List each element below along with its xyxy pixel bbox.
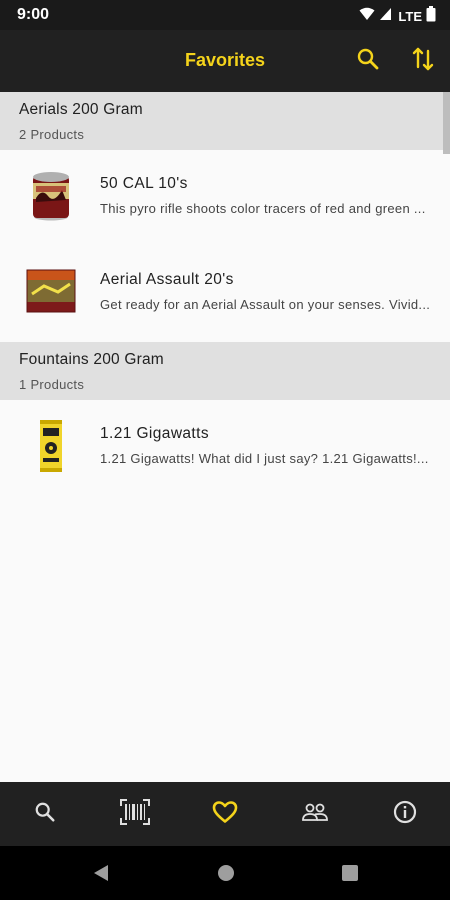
network-type: LTE	[398, 9, 422, 24]
section-title: Aerials 200 Gram	[19, 101, 143, 118]
nav-info[interactable]	[360, 782, 450, 846]
product-description: 1.21 Gigawatts! What did I just say? 1.2…	[100, 451, 429, 466]
status-time: 9:00	[17, 6, 50, 23]
search-icon	[356, 47, 380, 76]
product-image	[22, 264, 80, 320]
heart-icon	[212, 800, 238, 829]
app-bar: Favorites	[0, 30, 450, 92]
nav-search[interactable]	[0, 782, 90, 846]
sort-button[interactable]	[406, 44, 440, 78]
product-image	[22, 168, 80, 224]
nav-groups[interactable]	[270, 782, 360, 846]
product-description: This pyro rifle shoots color tracers of …	[100, 201, 426, 216]
cell-signal-icon	[379, 7, 392, 26]
status-icons: LTE	[359, 6, 436, 27]
product-title: Aerial Assault 20's	[100, 271, 234, 288]
product-title: 50 CAL 10's	[100, 175, 188, 192]
back-icon[interactable]	[92, 863, 110, 888]
list-item[interactable]: 50 CAL 10's This pyro rifle shoots color…	[0, 150, 450, 246]
section-count: 1 Products	[19, 377, 85, 392]
group-icon	[301, 801, 329, 828]
status-bar: 9:00 LTE	[0, 0, 450, 30]
nav-favorites[interactable]	[180, 782, 270, 846]
system-nav-bar	[0, 846, 450, 900]
sort-icon	[411, 46, 435, 77]
list-item[interactable]: Aerial Assault 20's Get ready for an Aer…	[0, 246, 450, 342]
product-title: 1.21 Gigawatts	[100, 425, 209, 442]
list-item[interactable]: 1.21 Gigawatts 1.21 Gigawatts! What did …	[0, 400, 450, 496]
product-description: Get ready for an Aerial Assault on your …	[100, 297, 431, 312]
battery-icon	[426, 6, 436, 27]
scrollbar-thumb[interactable]	[443, 92, 450, 154]
section-title: Fountains 200 Gram	[19, 351, 164, 368]
section-header: Aerials 200 Gram 2 Products	[0, 92, 443, 150]
favorites-list[interactable]: Aerials 200 Gram 2 Products 50 CAL 10's …	[0, 92, 450, 782]
product-image	[22, 418, 80, 474]
section-count: 2 Products	[19, 127, 85, 142]
section-header: Fountains 200 Gram 1 Products	[0, 342, 450, 400]
recents-icon[interactable]	[341, 863, 359, 888]
search-icon	[34, 801, 56, 828]
wifi-icon	[359, 7, 375, 26]
barcode-scan-icon	[120, 798, 150, 830]
info-icon	[393, 800, 417, 829]
nav-scan[interactable]	[90, 782, 180, 846]
home-icon[interactable]	[217, 863, 235, 888]
bottom-nav	[0, 782, 450, 846]
search-button[interactable]	[351, 44, 385, 78]
